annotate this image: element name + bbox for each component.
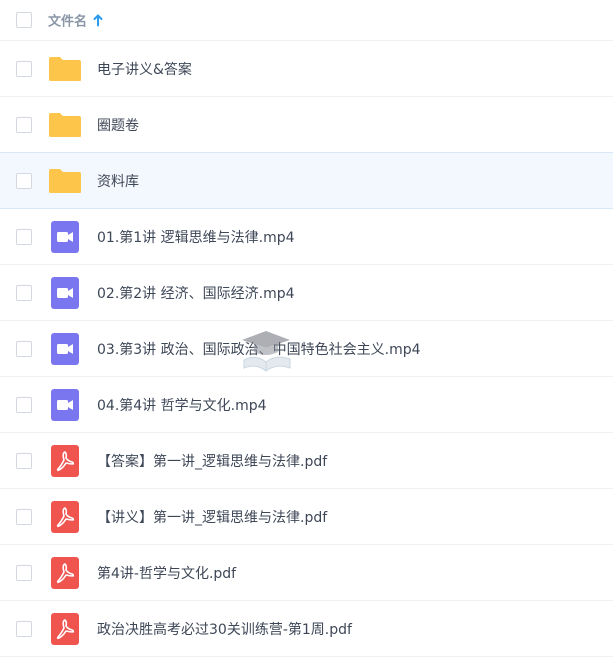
file-row[interactable]: 电子讲义&答案	[0, 41, 613, 97]
row-checkbox[interactable]	[16, 396, 32, 413]
folder-icon	[49, 56, 81, 81]
row-checkbox[interactable]	[16, 452, 32, 469]
file-name[interactable]: 01.第1讲 逻辑思维与法律.mp4	[97, 227, 295, 247]
list-header: 文件名	[0, 0, 613, 41]
select-all-checkbox[interactable]	[16, 12, 32, 28]
pdf-file-icon	[51, 556, 79, 589]
row-checkbox[interactable]	[16, 620, 32, 637]
pdf-file-icon	[51, 444, 79, 477]
file-name[interactable]: 资料库	[97, 171, 139, 191]
file-row[interactable]: 政治决胜高考必过30关训练营-第1周.pdf	[0, 601, 613, 657]
folder-icon	[49, 112, 81, 137]
file-row[interactable]: 01.第1讲 逻辑思维与法律.mp4	[0, 209, 613, 265]
file-row[interactable]: 【讲义】第一讲_逻辑思维与法律.pdf	[0, 489, 613, 545]
pdf-file-icon	[51, 612, 79, 645]
row-checkbox[interactable]	[16, 508, 32, 525]
file-row[interactable]: 03.第3讲 政治、国际政治、中国特色社会主义.mp4	[0, 321, 613, 377]
pdf-file-icon	[51, 500, 79, 533]
video-file-icon	[51, 388, 79, 421]
file-list: 文件名 电子讲义&答案 圈题卷 资料库 01.第1讲 逻辑思维与法律.mp4 0…	[0, 0, 613, 657]
filename-column-label: 文件名	[48, 14, 88, 30]
file-name[interactable]: 04.第4讲 哲学与文化.mp4	[97, 395, 267, 415]
file-row[interactable]: 02.第2讲 经济、国际经济.mp4	[0, 265, 613, 321]
video-file-icon	[51, 332, 79, 365]
row-checkbox[interactable]	[16, 564, 32, 581]
row-checkbox[interactable]	[16, 340, 32, 357]
file-name[interactable]: 03.第3讲 政治、国际政治、中国特色社会主义.mp4	[97, 339, 421, 359]
file-row[interactable]: 圈题卷	[0, 97, 613, 153]
video-file-icon	[51, 276, 79, 309]
video-file-icon	[51, 220, 79, 253]
row-checkbox[interactable]	[16, 60, 32, 77]
file-name[interactable]: 02.第2讲 经济、国际经济.mp4	[97, 283, 295, 303]
row-checkbox[interactable]	[16, 172, 32, 189]
file-name[interactable]: 政治决胜高考必过30关训练营-第1周.pdf	[97, 619, 352, 639]
file-name[interactable]: 【讲义】第一讲_逻辑思维与法律.pdf	[97, 507, 327, 527]
row-checkbox[interactable]	[16, 284, 32, 301]
sort-by-filename-button[interactable]: 文件名	[48, 11, 103, 30]
folder-icon	[49, 168, 81, 193]
row-checkbox[interactable]	[16, 116, 32, 133]
file-row[interactable]: 第4讲-哲学与文化.pdf	[0, 545, 613, 601]
file-name[interactable]: 【答案】第一讲_逻辑思维与法律.pdf	[97, 451, 327, 471]
file-name[interactable]: 第4讲-哲学与文化.pdf	[97, 563, 236, 583]
file-row[interactable]: 04.第4讲 哲学与文化.mp4	[0, 377, 613, 433]
row-checkbox[interactable]	[16, 228, 32, 245]
file-row[interactable]: 资料库	[0, 152, 613, 209]
file-name[interactable]: 电子讲义&答案	[97, 59, 192, 79]
file-row[interactable]: 【答案】第一讲_逻辑思维与法律.pdf	[0, 433, 613, 489]
sort-ascending-icon	[93, 14, 103, 26]
file-name[interactable]: 圈题卷	[97, 115, 139, 135]
